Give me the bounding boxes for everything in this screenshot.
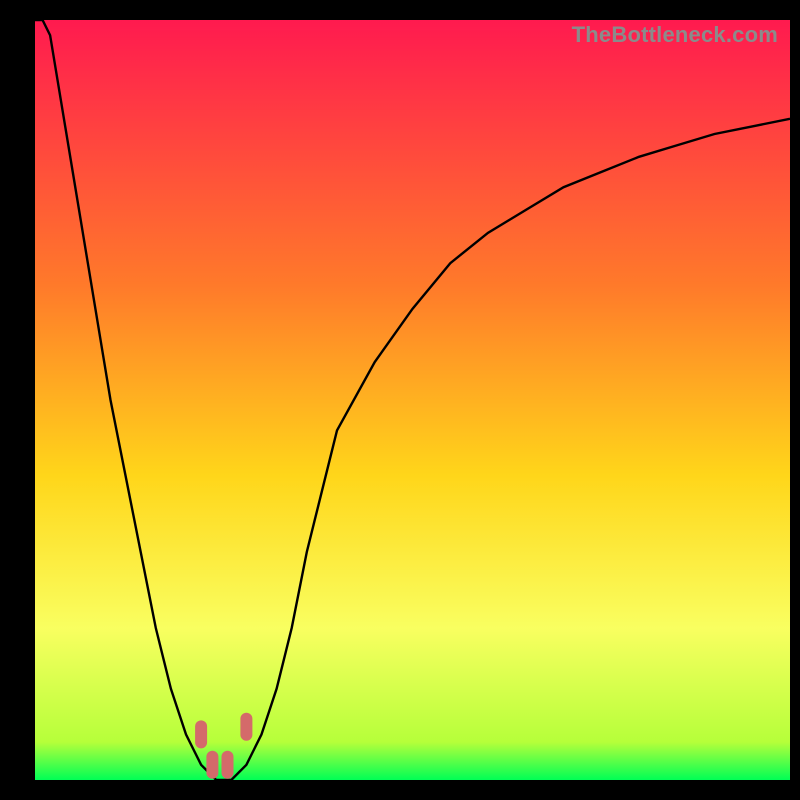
curve-marker <box>240 713 252 741</box>
chart-frame: TheBottleneck.com <box>0 0 800 800</box>
plot-area: TheBottleneck.com <box>35 20 790 780</box>
watermark-text: TheBottleneck.com <box>572 22 778 48</box>
curve-marker <box>206 751 218 779</box>
bottleneck-curve <box>35 20 790 780</box>
curve-marker <box>195 720 207 748</box>
curve-marker <box>222 751 234 779</box>
